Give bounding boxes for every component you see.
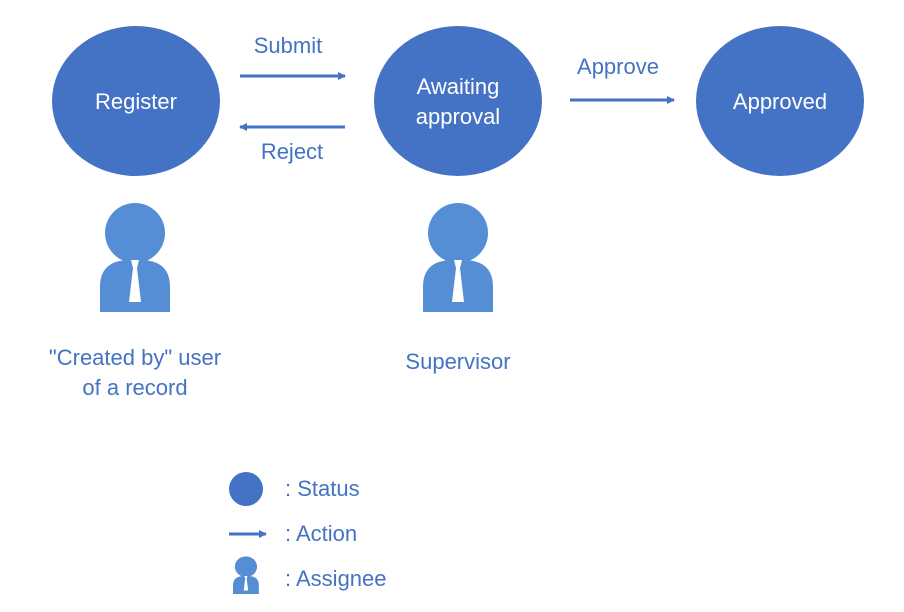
person-icon — [100, 203, 170, 312]
action-label-approve: Approve — [577, 54, 659, 79]
legend-action: : Action — [285, 521, 357, 546]
status-label: Register — [95, 89, 177, 114]
workflow-diagram: Register Awaiting approval Approved Subm… — [49, 26, 864, 594]
status-approved: Approved — [696, 26, 864, 176]
assignee-label: of a record — [82, 375, 187, 400]
status-label: approval — [416, 104, 500, 129]
status-awaiting-approval: Awaiting approval — [374, 26, 542, 176]
legend: : Status : Action : Assignee — [229, 472, 387, 594]
status-label: Awaiting — [417, 74, 500, 99]
status-legend-icon — [229, 472, 263, 506]
legend-status: : Status — [285, 476, 360, 501]
legend-assignee: : Assignee — [285, 566, 387, 591]
person-icon — [233, 556, 259, 594]
action-label-reject: Reject — [261, 139, 323, 164]
status-register: Register — [52, 26, 220, 176]
person-icon — [423, 203, 493, 312]
assignee-label: "Created by" user — [49, 345, 221, 370]
status-label: Approved — [733, 89, 827, 114]
action-label-submit: Submit — [254, 33, 322, 58]
assignee-label: Supervisor — [405, 349, 510, 374]
